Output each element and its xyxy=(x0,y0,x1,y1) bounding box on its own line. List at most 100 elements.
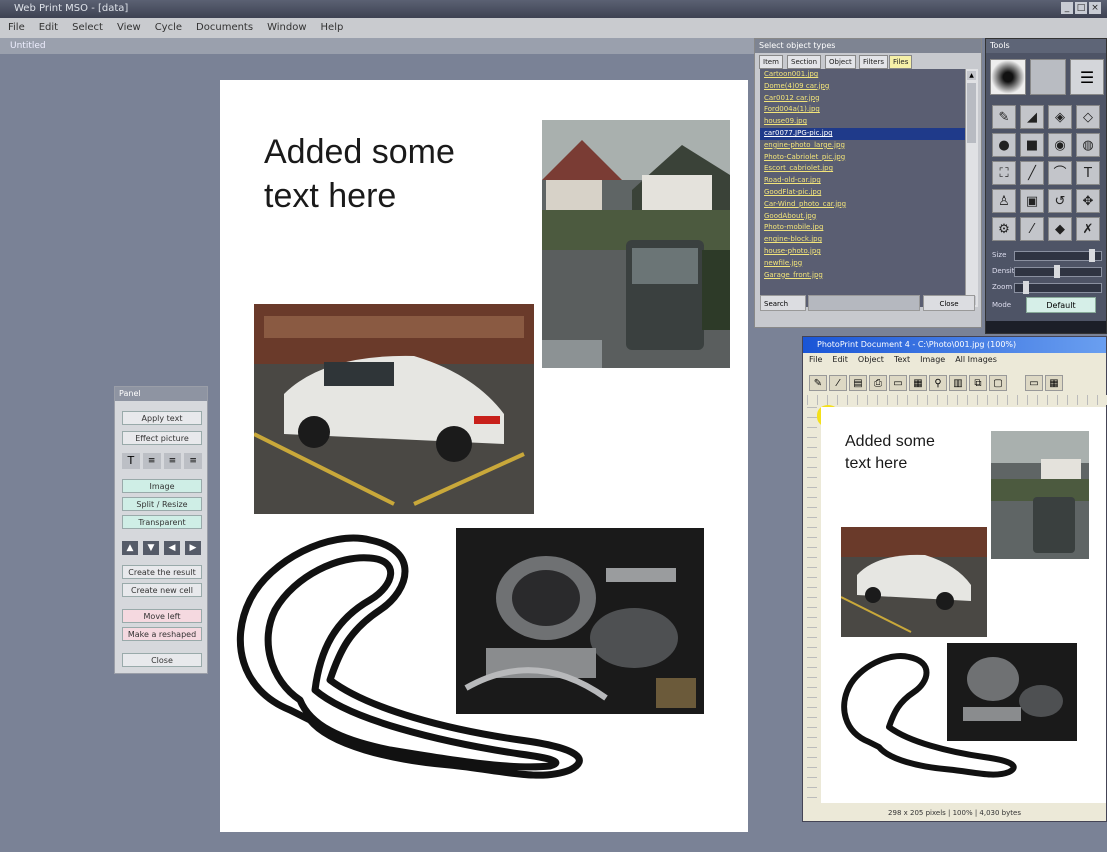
preview-menu-image[interactable]: Image xyxy=(920,353,945,367)
menu-select[interactable]: Select xyxy=(72,18,103,38)
align-right-icon[interactable]: ≡ xyxy=(184,453,202,469)
make-reshaped-button[interactable]: Make a reshaped xyxy=(122,627,202,641)
brush-icon[interactable]: ✎ xyxy=(992,105,1016,129)
view-icon[interactable]: ▭ xyxy=(1025,375,1043,391)
file-list-item[interactable]: GoodFlat-pic.jpg xyxy=(760,187,965,199)
texture-preview-icon[interactable] xyxy=(1030,59,1066,95)
file-list-item[interactable]: car0077.JPG-pic.jpg xyxy=(760,127,965,140)
close-panel-button[interactable]: Close xyxy=(122,653,202,667)
move-up-icon[interactable]: ▲ xyxy=(122,541,138,555)
scroll-up-icon[interactable]: ▲ xyxy=(967,71,976,80)
frame-icon[interactable]: ▢ xyxy=(989,375,1007,391)
file-list-item[interactable]: Dome(4)09 car.jpg xyxy=(760,81,965,93)
move-right-icon[interactable]: ▶ xyxy=(185,541,201,555)
paint-bucket-icon[interactable]: ◆ xyxy=(1048,217,1072,241)
freehand-drawing[interactable] xyxy=(220,520,600,820)
file-list-item[interactable]: engine-photo_large.jpg xyxy=(760,140,965,152)
brush-preview-icon[interactable] xyxy=(990,59,1026,95)
magic-wand-icon[interactable]: ✗ xyxy=(1076,217,1100,241)
settings-icon[interactable]: ⚙ xyxy=(992,217,1016,241)
size-slider[interactable] xyxy=(1014,249,1102,262)
rectangle-icon[interactable]: ■ xyxy=(1020,133,1044,157)
preview-freehand-drawing[interactable] xyxy=(829,647,1029,797)
mode-select[interactable]: Default xyxy=(1026,297,1096,313)
brush-icon[interactable]: ⁄ xyxy=(829,375,847,391)
apply-text-button[interactable]: Apply text xyxy=(122,411,202,425)
tab-section[interactable]: Section xyxy=(787,55,822,69)
pin-icon[interactable]: ⚲ xyxy=(929,375,947,391)
density-slider-knob[interactable] xyxy=(1054,265,1060,278)
trash-icon[interactable]: ▥ xyxy=(949,375,967,391)
text-align-icon[interactable]: T xyxy=(122,453,140,469)
file-list-item[interactable]: GoodAbout.jpg xyxy=(760,211,965,223)
maximize-icon[interactable]: □ xyxy=(1075,2,1087,14)
dodge-icon[interactable]: ◍ xyxy=(1076,133,1100,157)
stamp-icon[interactable]: ● xyxy=(992,133,1016,157)
move-left-icon[interactable]: ◀ xyxy=(164,541,180,555)
preview-car-photo[interactable] xyxy=(841,527,987,637)
select-icon[interactable]: ⛶ xyxy=(992,161,1016,185)
layers-icon[interactable]: ☰ xyxy=(1070,59,1104,95)
menu-edit[interactable]: Edit xyxy=(39,18,58,38)
preview-page[interactable]: Added some text here xyxy=(821,407,1106,803)
car-photo[interactable] xyxy=(254,304,534,514)
preview-menu-file[interactable]: File xyxy=(809,353,822,367)
menu-view[interactable]: View xyxy=(117,18,141,38)
file-list-item[interactable]: Car0012 car.jpg xyxy=(760,93,965,105)
file-list-item[interactable]: Garage_front.jpg xyxy=(760,270,965,282)
tab-files[interactable]: Files xyxy=(889,55,913,69)
file-list-item[interactable]: Cartoon001.jpg xyxy=(760,69,965,81)
move-down-icon[interactable]: ▼ xyxy=(143,541,159,555)
print-icon[interactable]: ⎙ xyxy=(869,375,887,391)
save-icon[interactable]: ▭ xyxy=(889,375,907,391)
close-file-browser-button[interactable]: Close xyxy=(923,295,975,311)
create-new-cell-button[interactable]: Create new cell xyxy=(122,583,202,597)
file-list-item[interactable]: newfile.jpg xyxy=(760,258,965,270)
smudge-icon[interactable]: ♙ xyxy=(992,189,1016,213)
align-left-icon[interactable]: ≡ xyxy=(142,453,161,469)
create-result-button[interactable]: Create the result xyxy=(122,565,202,579)
minimize-icon[interactable]: _ xyxy=(1061,2,1073,14)
page-text-block[interactable]: Added some text here xyxy=(264,130,455,218)
move-icon[interactable]: ✥ xyxy=(1076,189,1100,213)
document-tab[interactable]: Untitled xyxy=(0,38,755,54)
transparent-button[interactable]: Transparent xyxy=(122,515,202,529)
menu-window[interactable]: Window xyxy=(267,18,306,38)
preview-menu-text[interactable]: Text xyxy=(894,353,910,367)
image-icon[interactable]: ▦ xyxy=(909,375,927,391)
pencil-icon[interactable]: ✎ xyxy=(809,375,827,391)
eraser-icon[interactable]: ◇ xyxy=(1076,105,1100,129)
menu-file[interactable]: File xyxy=(8,18,25,38)
density-slider[interactable] xyxy=(1014,265,1102,278)
file-list-item[interactable]: Photo-Cabriolet_pic.jpg xyxy=(760,152,965,164)
file-list-scrollbar[interactable]: ▲ ▼ xyxy=(965,69,978,307)
grid-icon[interactable]: ▦ xyxy=(1045,375,1063,391)
file-list-item[interactable]: Ford004a(1).jpg xyxy=(760,104,965,116)
ellipse-icon[interactable]: ◉ xyxy=(1048,133,1072,157)
image-button[interactable]: Image xyxy=(122,479,202,493)
tab-filters[interactable]: Filters xyxy=(859,55,888,69)
line-icon[interactable]: ╱ xyxy=(1020,161,1044,185)
file-list-item[interactable]: Photo-mobile.jpg xyxy=(760,222,965,234)
preview-menu-all-images[interactable]: All Images xyxy=(955,353,997,367)
size-slider-knob[interactable] xyxy=(1089,249,1095,262)
menu-help[interactable]: Help xyxy=(321,18,344,38)
align-center-icon[interactable]: ≡ xyxy=(163,453,182,469)
house-photo[interactable] xyxy=(542,120,730,368)
tab-item[interactable]: Item xyxy=(759,55,783,69)
text-icon[interactable]: T xyxy=(1076,161,1100,185)
file-list-item[interactable]: engine-block.jpg xyxy=(760,234,965,246)
scroll-thumb[interactable] xyxy=(967,83,976,143)
file-list-item[interactable]: Road-old-car.jpg xyxy=(760,175,965,187)
layers-icon[interactable]: ⧉ xyxy=(969,375,987,391)
file-list-item[interactable]: Escort_cabriolet.jpg xyxy=(760,163,965,175)
preview-menu-object[interactable]: Object xyxy=(858,353,884,367)
split-resize-button[interactable]: Split / Resize xyxy=(122,497,202,511)
file-list-item[interactable]: house09.jpg xyxy=(760,116,965,128)
gradient-icon[interactable]: ◢ xyxy=(1020,105,1044,129)
preview-menu-edit[interactable]: Edit xyxy=(832,353,848,367)
menu-documents[interactable]: Documents xyxy=(196,18,253,38)
curve-icon[interactable]: ⌒ xyxy=(1048,161,1072,185)
file-list-item[interactable]: Car-Wind_photo_car.jpg xyxy=(760,199,965,211)
close-icon[interactable]: × xyxy=(1089,2,1101,14)
